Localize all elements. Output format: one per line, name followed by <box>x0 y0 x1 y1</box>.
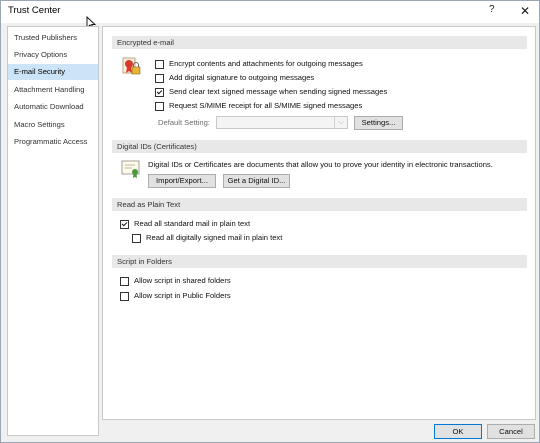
read-signed-plain-checkbox[interactable] <box>132 234 141 243</box>
close-button[interactable]: ✕ <box>513 2 537 20</box>
window-title: Trust Center <box>8 5 61 16</box>
section-header-encrypted-email: Encrypted e-mail <box>112 36 527 49</box>
script-shared-folders-checkbox[interactable] <box>120 277 129 286</box>
sidebar-item-privacy-options[interactable]: Privacy Options <box>8 47 98 63</box>
section-header-script-in-folders: Script in Folders <box>112 255 527 268</box>
import-export-button[interactable]: Import/Export... <box>148 174 216 188</box>
settings-panel: Encrypted e-mail Encrypt contents and at… <box>102 26 536 420</box>
add-digital-signature-label: Add digital signature to outgoing messag… <box>169 73 315 82</box>
sidebar-item-macro-settings[interactable]: Macro Settings <box>8 117 98 133</box>
send-clear-text-checkbox[interactable] <box>155 88 164 97</box>
help-button[interactable]: ? <box>489 4 495 15</box>
read-signed-plain-label: Read all digitally signed mail in plain … <box>146 233 283 242</box>
digital-ids-description: Digital IDs or Certificates are document… <box>148 160 493 169</box>
category-sidebar: Trusted Publishers Privacy Options E-mai… <box>7 26 99 436</box>
settings-button[interactable]: Settings... <box>354 116 403 130</box>
cancel-button[interactable]: Cancel <box>487 424 535 439</box>
sidebar-item-email-security[interactable]: E-mail Security <box>8 64 98 80</box>
add-digital-signature-checkbox[interactable] <box>155 74 164 83</box>
sidebar-item-programmatic-access[interactable]: Programmatic Access <box>8 134 98 150</box>
request-smime-receipt-checkbox[interactable] <box>155 102 164 111</box>
request-smime-receipt-label: Request S/MIME receipt for all S/MIME si… <box>169 101 363 110</box>
read-standard-plain-checkbox[interactable] <box>120 220 129 229</box>
script-shared-folders-label: Allow script in shared folders <box>134 276 231 285</box>
get-digital-id-button[interactable]: Get a Digital ID... <box>223 174 290 188</box>
script-public-folders-label: Allow script in Public Folders <box>134 291 231 300</box>
read-standard-plain-label: Read all standard mail in plain text <box>134 219 251 228</box>
chevron-down-icon: ⌵ <box>334 117 347 128</box>
default-setting-label: Default Setting: <box>158 118 210 127</box>
ok-button[interactable]: OK <box>434 424 482 439</box>
sidebar-item-attachment-handling[interactable]: Attachment Handling <box>8 82 98 98</box>
encrypt-contents-checkbox[interactable] <box>155 60 164 69</box>
sidebar-item-trusted-publishers[interactable]: Trusted Publishers <box>8 30 98 46</box>
send-clear-text-label: Send clear text signed message when send… <box>169 87 388 96</box>
title-bar: Trust Center ? ✕ <box>1 1 539 23</box>
sidebar-item-automatic-download[interactable]: Automatic Download <box>8 99 98 115</box>
section-header-digital-ids: Digital IDs (Certificates) <box>112 140 527 153</box>
certificate-icon <box>121 160 140 178</box>
trust-center-dialog: Trust Center ? ✕ Trusted Publishers Priv… <box>0 0 540 443</box>
encrypted-mail-lock-icon <box>122 57 141 75</box>
script-public-folders-checkbox[interactable] <box>120 292 129 301</box>
encrypt-contents-label: Encrypt contents and attachments for out… <box>169 59 363 68</box>
section-header-plain-text: Read as Plain Text <box>112 198 527 211</box>
default-setting-dropdown[interactable]: ⌵ <box>216 116 348 129</box>
